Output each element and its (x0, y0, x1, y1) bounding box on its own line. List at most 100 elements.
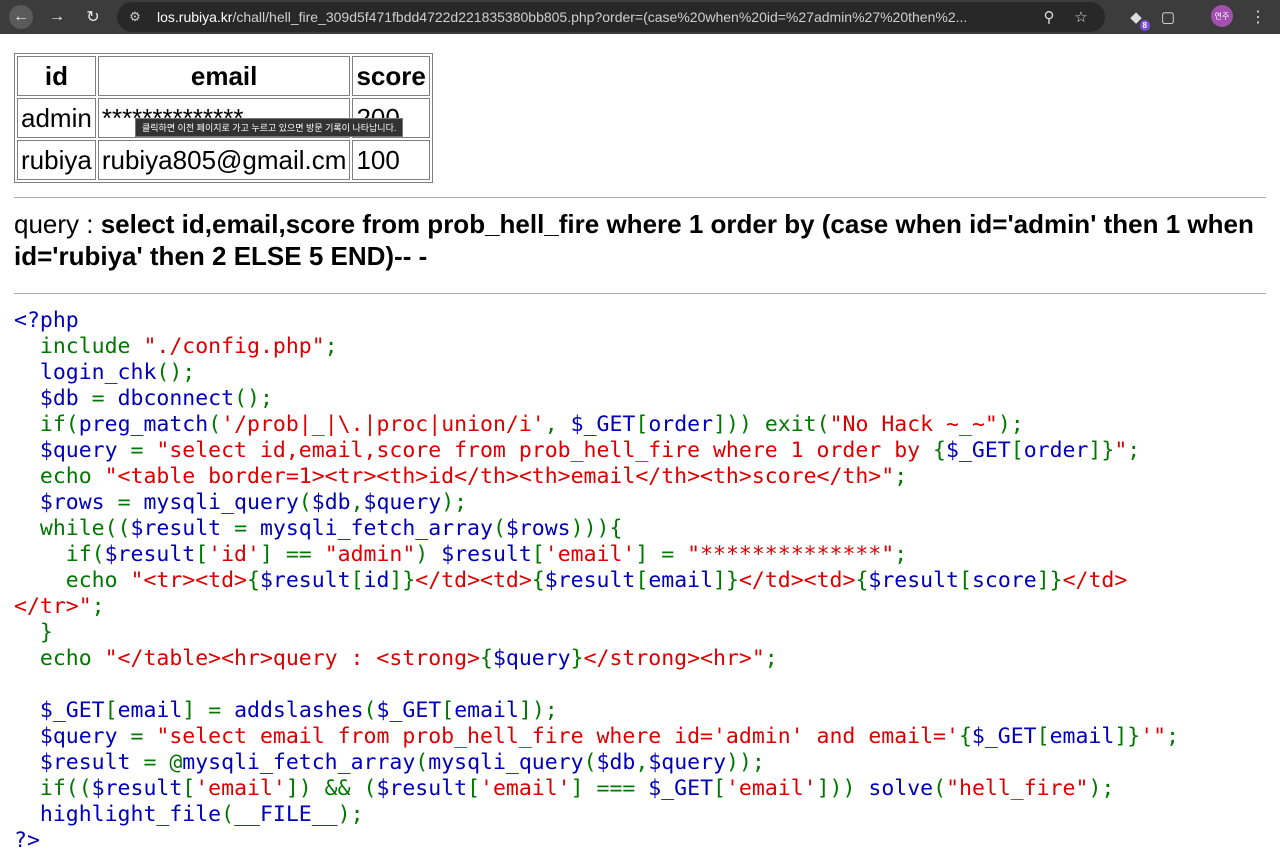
code-line: $result = @mysqli_fetch_array(mysqli_que… (14, 750, 765, 775)
code-token: if( (14, 412, 79, 437)
code-line: $query = "select email from prob_hell_fi… (14, 724, 1179, 749)
url-host: los.rubiya.kr (157, 9, 233, 25)
code-token: [ (350, 568, 364, 593)
code-token: ; (764, 646, 778, 671)
code-token: = (234, 516, 260, 541)
code-line: } (14, 620, 53, 645)
code-token: id (363, 568, 390, 593)
code-token: , (635, 750, 649, 775)
code-token: $rows (39, 490, 118, 515)
code-line: login_chk(); (14, 360, 195, 385)
code-token: addslashes (234, 698, 364, 723)
code-token: = @ (143, 750, 183, 775)
zoom-icon[interactable]: ⚲ (1039, 7, 1059, 27)
code-token: $result (39, 750, 144, 775)
code-token: preg_match (78, 412, 209, 437)
code-line: <?php (14, 308, 79, 333)
code-token: "No Hack ~_~" (829, 412, 998, 437)
code-token: $query (39, 438, 131, 463)
back-button-tooltip: 클릭하면 이전 페이지로 가고 누르고 있으면 방문 기록이 나타납니다. (135, 118, 404, 137)
code-token: { (531, 568, 545, 593)
code-token: </td><td> (415, 568, 532, 593)
url-path: /chall/hell_fire_309d5f471fbdd4722d22183… (232, 9, 968, 25)
code-line: $rows = mysqli_query($db,$query); (14, 490, 467, 515)
star-icon[interactable]: ☆ (1071, 7, 1091, 27)
code-token: solve (868, 776, 934, 801)
code-token: "<tr><td> (130, 568, 248, 593)
reload-button[interactable]: ↻ (81, 5, 105, 29)
code-token: ; (894, 542, 908, 567)
code-token: )); (726, 750, 765, 775)
code-token: [ (959, 568, 972, 593)
code-token: ; (324, 334, 338, 359)
code-token: '/prob|_|\.|proc|union/i' (221, 412, 545, 437)
cell-id: admin (17, 98, 96, 138)
address-bar[interactable]: ⚙ los.rubiya.kr/chall/hell_fire_309d5f47… (117, 2, 1105, 32)
code-token: { (480, 646, 493, 671)
code-token: ] == (259, 542, 325, 567)
code-token: </td><td> (738, 568, 856, 593)
table-header-row: id email score (17, 56, 430, 96)
code-token: "select email from prob_hell_fire where … (156, 724, 959, 749)
code-token: "<table border=1><tr><th>id</th><th>emai… (104, 464, 895, 489)
code-token: <?php (14, 308, 79, 333)
code-token: 'id' (208, 542, 260, 567)
code-token: login_chk (39, 360, 157, 385)
code-token: [ (467, 776, 481, 801)
code-token: [ (182, 776, 196, 801)
code-token: 'email' (725, 776, 817, 801)
code-token: 'email' (195, 776, 286, 801)
code-token: "</table><hr>query : <strong> (104, 646, 480, 671)
code-line: while(($result = mysqli_fetch_array($row… (14, 516, 623, 541)
back-button[interactable]: ← (9, 5, 33, 29)
code-token: if(( (14, 776, 92, 801)
avatar[interactable]: 연주 (1211, 5, 1233, 27)
url-text[interactable]: los.rubiya.kr/chall/hell_fire_309d5f471f… (157, 2, 1037, 32)
code-token: $query (363, 490, 442, 515)
code-token: ] = (635, 542, 688, 567)
code-token: echo (14, 464, 105, 489)
query-label: query : (14, 209, 101, 239)
code-token: ; (1166, 724, 1180, 749)
code-token: "./config.php" (143, 334, 325, 359)
code-token: ( (583, 750, 597, 775)
code-token: if( (14, 542, 105, 567)
code-token: $_GET (648, 776, 714, 801)
code-token: $rows (505, 516, 571, 541)
code-line: echo "<tr><td>{$result[id]}</td><td>{$re… (14, 568, 1128, 593)
code-token: ] = (182, 698, 235, 723)
extension-icon[interactable]: ◆ 8 (1124, 5, 1150, 31)
site-settings-icon[interactable]: ⚙ (126, 8, 144, 26)
code-token: [ (1010, 438, 1024, 463)
code-token: $query (492, 646, 571, 671)
cell-id: rubiya (17, 140, 96, 180)
code-token: mysqli_fetch_array (259, 516, 493, 541)
kebab-menu-icon[interactable]: ⋮ (1248, 5, 1268, 29)
code-token: ( (221, 802, 235, 827)
code-token: score (971, 568, 1037, 593)
code-line: </tr>"; (14, 594, 105, 619)
code-line: echo "</table><hr>query : <strong>{$quer… (14, 646, 778, 671)
code-token: __FILE__ (234, 802, 338, 827)
forward-button[interactable]: → (45, 5, 69, 29)
code-line: highlight_file(__FILE__); (14, 802, 364, 827)
code-token: ]) && ( (285, 776, 377, 801)
puzzle-icon[interactable]: ▢ (1156, 5, 1180, 29)
code-token: ]} (713, 568, 739, 593)
code-token: [ (441, 698, 455, 723)
code-token: "admin" (324, 542, 416, 567)
code-token: [ (635, 412, 649, 437)
code-token: </td> (1062, 568, 1128, 593)
code-token: echo (14, 568, 131, 593)
code-token: $result (259, 568, 351, 593)
code-token: $_GET (570, 412, 636, 437)
code-token: 'email' (480, 776, 571, 801)
code-token: ; (91, 594, 105, 619)
code-token: $result (544, 568, 636, 593)
code-token: ); (337, 802, 364, 827)
code-token: mysqli_fetch_array (182, 750, 416, 775)
code-token: while(( (14, 516, 131, 541)
